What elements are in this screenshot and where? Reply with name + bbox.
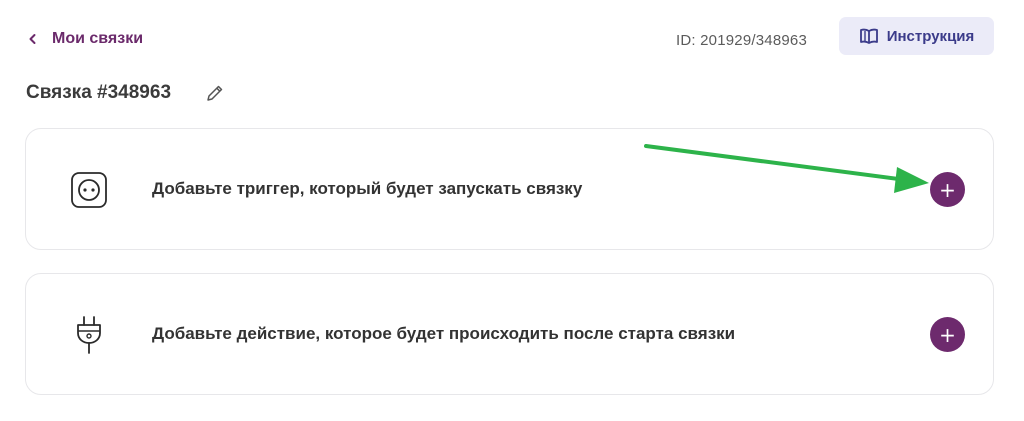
connection-id: ID: 201929/348963 bbox=[676, 32, 808, 49]
chevron-left-icon bbox=[28, 33, 38, 45]
title-row: Связка #348963 bbox=[26, 82, 225, 104]
instruction-button-label: Инструкция bbox=[886, 27, 975, 45]
page: Мои связки ID: 201929/348963 Инструкция … bbox=[0, 0, 1024, 421]
back-link-label: Мои связки bbox=[52, 30, 144, 47]
action-card: Добавьте действие, которое будет происхо… bbox=[25, 273, 994, 395]
socket-icon bbox=[70, 170, 108, 210]
plug-icon bbox=[70, 315, 108, 355]
back-link[interactable]: Мои связки bbox=[28, 30, 143, 48]
book-icon bbox=[859, 27, 879, 45]
add-trigger-button[interactable]: + bbox=[930, 172, 965, 207]
pencil-icon[interactable] bbox=[205, 83, 225, 103]
page-title: Связка #348963 bbox=[26, 82, 172, 103]
add-action-button[interactable]: + bbox=[930, 317, 965, 352]
trigger-card-text: Добавьте триггер, который будет запускат… bbox=[152, 179, 583, 198]
action-card-text: Добавьте действие, которое будет происхо… bbox=[152, 324, 736, 343]
trigger-card: Добавьте триггер, который будет запускат… bbox=[25, 128, 994, 250]
instruction-button[interactable]: Инструкция bbox=[839, 17, 994, 55]
